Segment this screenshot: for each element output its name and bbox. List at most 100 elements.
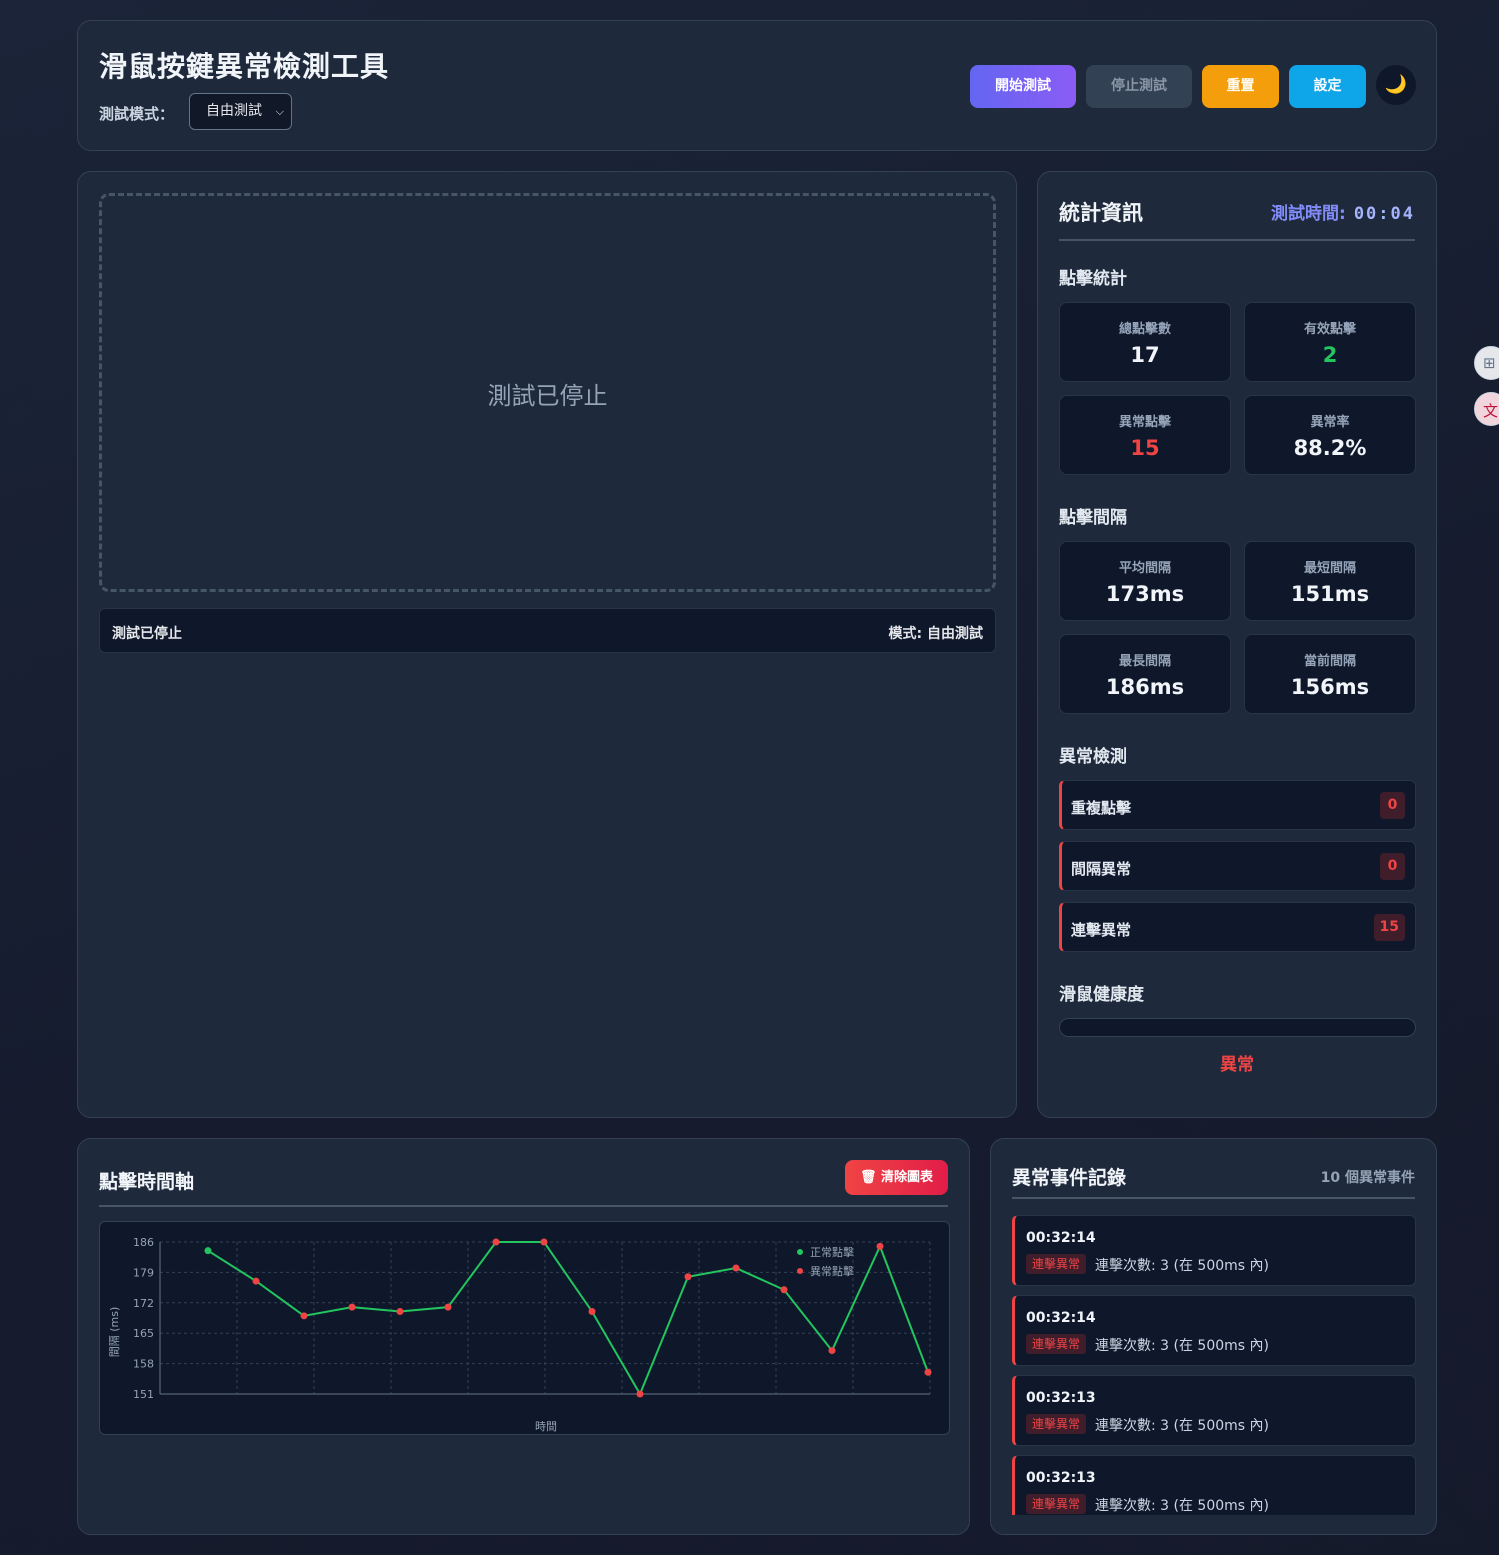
anomaly-row-burst: 連擊異常 15 — [1059, 902, 1416, 952]
abnormal-click-point — [636, 1390, 644, 1398]
events-list[interactable]: 00:32:14 連擊異常 連擊次數: 3 (在 500ms 內) 00:32:… — [1012, 1215, 1416, 1515]
normal-click-point — [204, 1247, 212, 1255]
abnormal-click-point — [252, 1277, 260, 1285]
test-time-value: 00:04 — [1353, 204, 1415, 224]
abnormal-click-point — [588, 1307, 596, 1315]
stat-min-interval: 最短間隔 151ms — [1244, 541, 1416, 621]
y-tick-label: 186 — [133, 1236, 154, 1249]
click-test-area[interactable]: 測試已停止 — [99, 193, 996, 592]
moon-icon: 🌙 — [1384, 74, 1408, 95]
status-text: 測試已停止 — [112, 626, 182, 642]
status-bar: 測試已停止 模式: 自由測試 — [99, 608, 996, 653]
event-item: 00:32:13 連擊異常 連擊次數: 3 (在 500ms 內) — [1012, 1375, 1416, 1446]
anomaly-heading: 異常檢測 — [1059, 747, 1127, 767]
theme-toggle-button[interactable]: 🌙 — [1376, 65, 1416, 105]
abnormal-click-point — [492, 1238, 500, 1246]
header-panel: 滑鼠按鍵異常檢測工具 測試模式： 自由測試 ⌵ 開始測試 停止測試 重置 設定 … — [77, 20, 1437, 151]
event-desc: 連擊次數: 3 (在 500ms 內) — [1095, 1498, 1270, 1514]
event-item: 00:32:13 連擊異常 連擊次數: 3 (在 500ms 內) — [1012, 1455, 1416, 1515]
y-tick-label: 165 — [133, 1327, 154, 1340]
stat-value: 151ms — [1290, 582, 1370, 606]
test-time-label: 測試時間: — [1271, 204, 1346, 224]
timeline-chart-svg: 186 179 172 165 158 151 時間 間隔 (ms) 正常點擊 異常點擊 — [108, 1236, 932, 1433]
side-grid-button[interactable]: ⊞ — [1474, 346, 1499, 380]
test-area-message: 測試已停止 — [487, 382, 608, 410]
stat-value: 186ms — [1105, 675, 1185, 699]
anomaly-label: 重複點擊 — [1071, 799, 1132, 817]
x-axis-label: 時間 — [535, 1420, 557, 1433]
stat-value: 88.2% — [1293, 436, 1367, 460]
stat-total-clicks: 總點擊數 17 — [1059, 302, 1231, 382]
stat-valid-clicks: 有效點擊 2 — [1244, 302, 1416, 382]
stat-avg-interval: 平均間隔 173ms — [1059, 541, 1231, 621]
side-translate-button[interactable]: 文 — [1474, 392, 1499, 426]
y-axis-label: 間隔 (ms) — [108, 1307, 121, 1358]
anomaly-row-interval: 間隔異常 0 — [1059, 841, 1416, 891]
event-tag: 連擊異常 — [1026, 1254, 1087, 1274]
clear-chart-button[interactable]: 🗑 清除圖表 — [845, 1160, 948, 1195]
legend-abnormal-marker — [797, 1268, 803, 1274]
events-panel: 異常事件記錄 10 個異常事件 00:32:14 連擊異常 連擊次數: 3 (在… — [990, 1138, 1437, 1535]
event-item: 00:32:14 連擊異常 連擊次數: 3 (在 500ms 內) — [1012, 1295, 1416, 1366]
reset-button[interactable]: 重置 — [1202, 65, 1279, 108]
y-tick-label: 172 — [133, 1297, 154, 1310]
events-count: 10 個異常事件 — [1320, 1170, 1415, 1186]
stat-label: 有效點擊 — [1303, 322, 1356, 337]
event-tag: 連擊異常 — [1026, 1414, 1087, 1434]
anomaly-row-repeat: 重複點擊 0 — [1059, 780, 1416, 830]
y-tick-label: 151 — [133, 1388, 154, 1401]
stop-test-button[interactable]: 停止測試 — [1086, 65, 1192, 108]
test-time: 測試時間: 00:04 — [1271, 199, 1415, 224]
abnormal-click-point — [780, 1286, 788, 1294]
health-heading: 滑鼠健康度 — [1059, 985, 1144, 1005]
abnormal-click-point — [444, 1303, 452, 1311]
stat-value: 173ms — [1105, 582, 1185, 606]
mode-select-value: 自由測試 — [206, 103, 262, 119]
stat-label: 總點擊數 — [1118, 322, 1171, 337]
event-tag: 連擊異常 — [1026, 1334, 1087, 1354]
legend-abnormal-label: 異常點擊 — [810, 1264, 854, 1278]
abnormal-click-point — [396, 1307, 404, 1315]
event-desc: 連擊次數: 3 (在 500ms 內) — [1095, 1338, 1270, 1354]
divider — [99, 1205, 948, 1207]
event-time: 00:32:13 — [1026, 1470, 1096, 1486]
stat-abnormal-rate: 異常率 88.2% — [1244, 395, 1416, 475]
timeline-chart: 186 179 172 165 158 151 時間 間隔 (ms) 正常點擊 異常點擊 — [99, 1221, 950, 1435]
stat-label: 當前間隔 — [1303, 654, 1356, 669]
abnormal-click-point — [876, 1242, 884, 1250]
abnormal-click-point — [732, 1264, 740, 1272]
abnormal-click-point — [684, 1273, 692, 1281]
settings-button[interactable]: 設定 — [1289, 65, 1366, 108]
event-time: 00:32:13 — [1026, 1390, 1096, 1406]
click-stats-heading: 點擊統計 — [1059, 269, 1127, 289]
app-title: 滑鼠按鍵異常檢測工具 — [99, 50, 390, 83]
stats-panel: 統計資訊 測試時間: 00:04 點擊統計 總點擊數 17 有效點擊 2 異常點擊… — [1037, 171, 1437, 1118]
anomaly-label: 間隔異常 — [1071, 860, 1132, 878]
health-bar — [1059, 1018, 1416, 1037]
stat-value: 17 — [1130, 343, 1160, 367]
timeline-panel: 點擊時間軸 🗑 清除圖表 186 179 172 165 158 151 時間 間隔 (m… — [77, 1138, 970, 1535]
stat-value: 15 — [1130, 436, 1160, 460]
mode-label: 測試模式： — [99, 105, 175, 123]
stat-label: 最長間隔 — [1118, 654, 1171, 669]
abnormal-click-point — [348, 1303, 356, 1311]
y-tick-label: 179 — [133, 1266, 154, 1279]
legend-normal-label: 正常點擊 — [810, 1245, 854, 1259]
stat-label: 最短間隔 — [1303, 561, 1356, 576]
stat-label: 異常率 — [1310, 415, 1350, 430]
event-time: 00:32:14 — [1026, 1230, 1096, 1246]
stat-max-interval: 最長間隔 186ms — [1059, 634, 1231, 714]
anomaly-label: 連擊異常 — [1071, 921, 1132, 939]
anomaly-count-badge: 15 — [1373, 914, 1405, 941]
health-status: 異常 — [1220, 1055, 1254, 1075]
event-tag: 連擊異常 — [1026, 1494, 1087, 1514]
events-title: 異常事件記錄 — [1012, 1167, 1127, 1189]
mode-select[interactable]: 自由測試 ⌵ — [189, 93, 292, 130]
status-mode-text: 模式: 自由測試 — [888, 626, 983, 642]
timeline-title: 點擊時間軸 — [99, 1171, 195, 1193]
abnormal-click-point — [924, 1368, 932, 1376]
stat-current-interval: 當前間隔 156ms — [1244, 634, 1416, 714]
start-test-button[interactable]: 開始測試 — [970, 65, 1076, 108]
event-time: 00:32:14 — [1026, 1310, 1096, 1326]
y-tick-label: 158 — [133, 1358, 154, 1371]
